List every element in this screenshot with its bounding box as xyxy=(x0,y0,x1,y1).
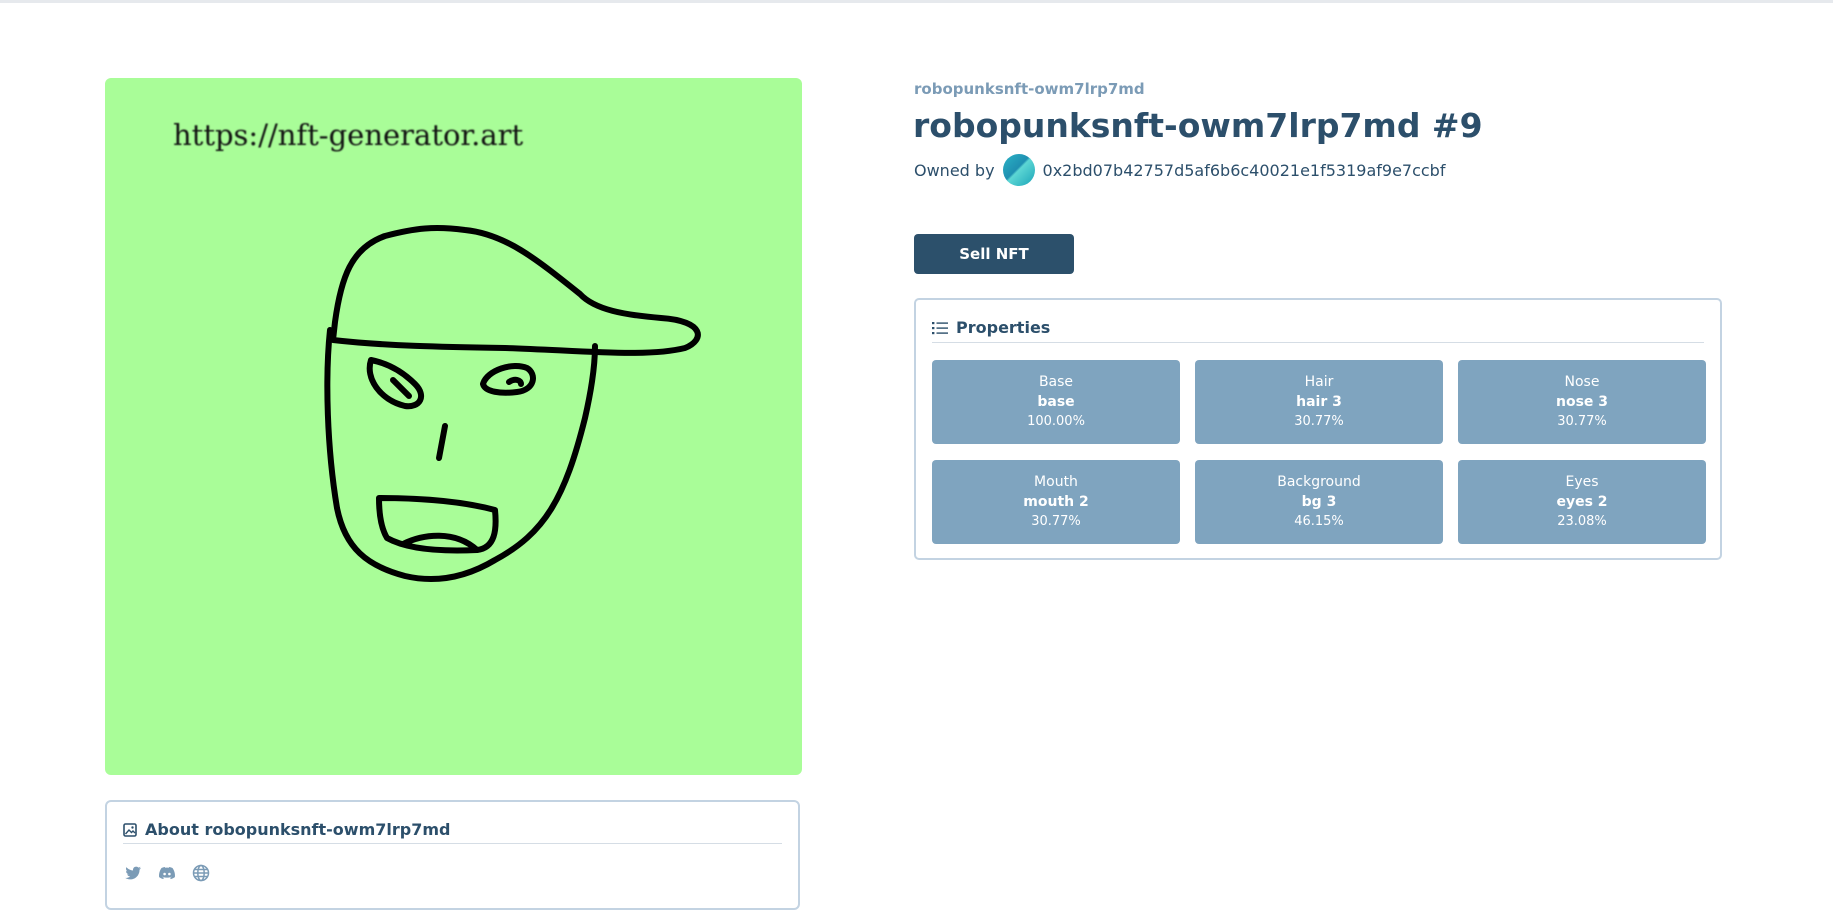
property-type: Background xyxy=(1277,474,1361,490)
about-header: About robopunksnft-owm7lrp7md xyxy=(123,820,450,839)
about-card: About robopunksnft-owm7lrp7md xyxy=(105,800,800,910)
property-type: Hair xyxy=(1304,374,1334,390)
top-border xyxy=(0,0,1833,3)
nft-image[interactable]: https://nft-generator.art xyxy=(105,78,802,775)
property-tile-eyes[interactable]: Eyes eyes 2 23.08% xyxy=(1458,460,1706,544)
property-type: Nose xyxy=(1564,374,1600,390)
property-rarity: 30.77% xyxy=(1557,414,1607,429)
owner-row: Owned by 0x2bd07b42757d5af6b6c40021e1f53… xyxy=(914,154,1445,186)
property-value: nose 3 xyxy=(1555,394,1609,410)
property-rarity: 23.08% xyxy=(1557,514,1607,529)
about-divider xyxy=(123,843,782,844)
collection-link[interactable]: robopunksnft-owm7lrp7md xyxy=(914,80,1145,98)
globe-icon[interactable] xyxy=(191,863,211,883)
nft-face-drawing xyxy=(324,225,701,583)
property-tile-mouth[interactable]: Mouth mouth 2 30.77% xyxy=(932,460,1180,544)
owner-address[interactable]: 0x2bd07b42757d5af6b6c40021e1f5319af9e7cc… xyxy=(1043,161,1446,180)
property-tile-hair[interactable]: Hair hair 3 30.77% xyxy=(1195,360,1443,444)
properties-card: Properties Base base 100.00% Hair hair 3… xyxy=(914,298,1722,560)
property-rarity: 30.77% xyxy=(1031,514,1081,529)
twitter-icon[interactable] xyxy=(123,863,143,883)
about-title: About robopunksnft-owm7lrp7md xyxy=(145,820,451,839)
property-type: Mouth xyxy=(1034,474,1078,490)
owned-by-label: Owned by xyxy=(914,160,995,180)
property-rarity: 100.00% xyxy=(1027,414,1085,429)
property-value: hair 3 xyxy=(1296,394,1342,410)
image-icon xyxy=(123,822,137,837)
property-value: eyes 2 xyxy=(1556,494,1608,510)
properties-grid: Base base 100.00% Hair hair 3 30.77% Nos… xyxy=(932,360,1706,544)
property-tile-nose[interactable]: Nose nose 3 30.77% xyxy=(1458,360,1706,444)
property-rarity: 30.77% xyxy=(1294,414,1344,429)
properties-divider xyxy=(932,342,1704,343)
list-icon xyxy=(932,321,948,334)
property-type: Base xyxy=(1038,374,1074,390)
property-type: Eyes xyxy=(1565,474,1599,490)
property-rarity: 46.15% xyxy=(1294,514,1344,529)
properties-header: Properties xyxy=(932,318,1050,337)
owner-avatar[interactable] xyxy=(1002,154,1035,186)
discord-icon[interactable] xyxy=(157,863,177,883)
social-links xyxy=(123,863,211,883)
property-value: mouth 2 xyxy=(1023,494,1089,510)
properties-title: Properties xyxy=(956,318,1051,337)
property-tile-base[interactable]: Base base 100.00% xyxy=(932,360,1180,444)
sell-nft-button[interactable]: Sell NFT xyxy=(914,234,1074,274)
property-value: bg 3 xyxy=(1301,494,1337,510)
property-tile-background[interactable]: Background bg 3 46.15% xyxy=(1195,460,1443,544)
nft-title: robopunksnft-owm7lrp7md #9 xyxy=(913,106,1483,145)
property-value: base xyxy=(1037,394,1075,410)
